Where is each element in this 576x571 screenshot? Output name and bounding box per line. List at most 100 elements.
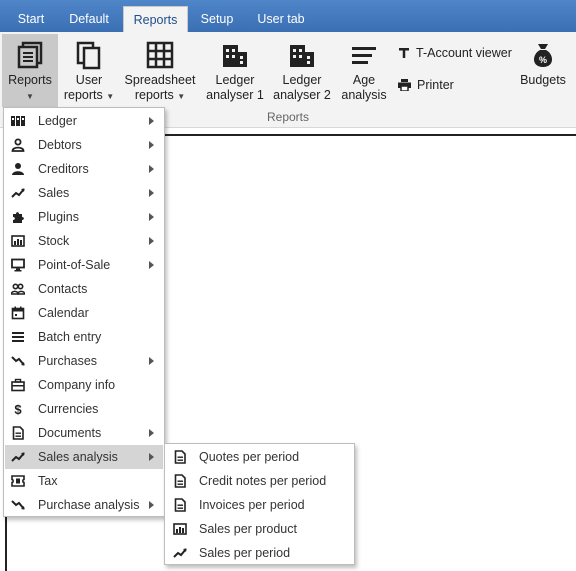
ledger-analyser-1-button[interactable]: Ledger analyser 1 <box>203 34 267 107</box>
document-icon <box>174 474 186 488</box>
trend-up-icon <box>11 188 25 198</box>
tab-setup[interactable]: Setup <box>194 7 240 32</box>
document-icon <box>174 450 186 464</box>
ledger-analyser-2-label-line2: analyser 2 <box>273 88 331 102</box>
menu-item-label: Documents <box>38 426 102 440</box>
submenu-item-credit-notes-per-period[interactable]: Credit notes per period <box>166 469 353 493</box>
menu-item-tax[interactable]: Tax <box>5 469 163 493</box>
calendar-icon <box>11 306 25 320</box>
ledger-analyser-1-label-line2: analyser 1 <box>206 88 264 102</box>
budgets-label: Budgets <box>520 73 566 87</box>
trend-up-icon <box>11 452 25 462</box>
chevron-right-icon <box>149 261 154 269</box>
ribbon-group-label: Reports <box>266 110 310 124</box>
chevron-right-icon <box>149 501 154 509</box>
svg-text:$: $ <box>14 402 22 416</box>
menu-item-ledger[interactable]: Ledger <box>5 109 163 133</box>
menu-item-label: Sales analysis <box>38 450 118 464</box>
menu-item-label: Sales <box>38 186 70 200</box>
menu-item-batch-entry[interactable]: Batch entry <box>5 325 163 349</box>
menu-item-label: Purchase analysis <box>38 498 140 512</box>
puzzle-icon <box>13 212 24 223</box>
submenu-item-quotes-per-period[interactable]: Quotes per period <box>166 445 353 469</box>
reports-button-label: Reports <box>8 73 52 87</box>
chevron-right-icon <box>149 117 154 125</box>
menu-item-label: Currencies <box>38 402 99 416</box>
printer-label: Printer <box>417 78 454 92</box>
menu-item-label: Company info <box>38 378 116 392</box>
submenu-item-label: Sales per product <box>199 522 297 536</box>
submenu-item-sales-per-period[interactable]: Sales per period <box>166 541 353 565</box>
menu-item-purchase-analysis[interactable]: Purchase analysis <box>5 493 163 517</box>
ribbon-tab-bar: Start Default Reports Setup User tab <box>0 0 576 32</box>
chevron-right-icon <box>149 213 154 221</box>
tab-user-tab[interactable]: User tab <box>252 7 310 32</box>
menu-item-currencies[interactable]: $ Currencies <box>5 397 163 421</box>
ledger-icon <box>11 116 25 126</box>
menu-item-debtors[interactable]: Debtors <box>5 133 163 157</box>
spreadsheet-reports-button[interactable]: Spreadsheet reports ▼ <box>122 34 198 107</box>
menu-item-label: Debtors <box>38 138 82 152</box>
spreadsheet-label-line1: Spreadsheet <box>124 73 196 87</box>
budgets-button[interactable]: % Budgets <box>516 34 570 107</box>
menu-item-sales[interactable]: Sales <box>5 181 163 205</box>
age-analysis-button[interactable]: Age analysis <box>338 34 390 107</box>
user-reports-button[interactable]: User reports ▼ <box>62 34 116 107</box>
sort-lines-icon <box>352 47 376 64</box>
menu-item-contacts[interactable]: Contacts <box>5 277 163 301</box>
spreadsheet-label-line2: reports <box>134 88 174 102</box>
tab-reports[interactable]: Reports <box>123 6 188 32</box>
age-analysis-label-line2: analysis <box>341 88 387 102</box>
menu-item-label: Plugins <box>38 210 79 224</box>
menu-item-label: Stock <box>38 234 70 248</box>
menu-item-company-info[interactable]: Company info <box>5 373 163 397</box>
reports-dropdown-menu: Ledger Debtors Creditors Sales Plugins Stock P… <box>3 107 165 517</box>
tab-start[interactable]: Start <box>8 7 54 32</box>
submenu-item-label: Sales per period <box>199 546 291 560</box>
menu-item-label: Tax <box>38 474 58 488</box>
contacts-icon <box>11 283 25 295</box>
chevron-right-icon <box>149 189 154 197</box>
money-bag-icon: % <box>533 44 553 67</box>
briefcase-icon <box>11 378 25 392</box>
printer-button[interactable]: Printer <box>398 78 454 92</box>
menu-item-creditors[interactable]: Creditors <box>5 157 163 181</box>
chevron-right-icon <box>149 237 154 245</box>
menu-item-point-of-sale[interactable]: Point-of-Sale <box>5 253 163 277</box>
submenu-item-sales-per-product[interactable]: Sales per product <box>166 517 353 541</box>
menu-item-plugins[interactable]: Plugins <box>5 205 163 229</box>
age-analysis-label-line1: Age <box>352 73 376 87</box>
reports-button[interactable]: Reports ▼ <box>2 34 58 107</box>
reports-icon <box>17 41 43 69</box>
person-outline-icon <box>11 138 25 152</box>
user-reports-label-line2: reports <box>63 88 103 102</box>
menu-item-calendar[interactable]: Calendar <box>5 301 163 325</box>
chevron-down-icon: ▼ <box>106 92 115 101</box>
submenu-item-invoices-per-period[interactable]: Invoices per period <box>166 493 353 517</box>
submenu-item-label: Credit notes per period <box>199 474 327 488</box>
ticket-icon <box>11 475 25 487</box>
document-icon <box>174 498 186 512</box>
t-letter-icon <box>399 48 409 58</box>
submenu-item-label: Invoices per period <box>199 498 305 512</box>
grid-icon <box>146 41 174 69</box>
submenu-item-label: Quotes per period <box>199 450 300 464</box>
menu-item-label: Point-of-Sale <box>38 258 111 272</box>
t-account-viewer-label: T-Account viewer <box>416 46 512 60</box>
user-reports-label-line1: User <box>75 73 103 87</box>
sales-analysis-submenu: Quotes per period Credit notes per period… <box>164 443 355 565</box>
t-account-viewer-button[interactable]: T-Account viewer <box>398 46 512 60</box>
chevron-right-icon <box>149 453 154 461</box>
menu-item-label: Calendar <box>38 306 89 320</box>
chevron-down-icon: ▼ <box>177 92 186 101</box>
menu-item-stock[interactable]: Stock <box>5 229 163 253</box>
ledger-analyser-2-button[interactable]: Ledger analyser 2 <box>270 34 334 107</box>
dollar-icon: $ <box>14 402 22 416</box>
menu-item-sales-analysis[interactable]: Sales analysis <box>5 445 163 469</box>
chevron-right-icon <box>149 429 154 437</box>
tab-default[interactable]: Default <box>62 7 116 32</box>
trend-up-icon <box>173 548 187 558</box>
menu-item-purchases[interactable]: Purchases <box>5 349 163 373</box>
menu-item-documents[interactable]: Documents <box>5 421 163 445</box>
chevron-right-icon <box>149 141 154 149</box>
